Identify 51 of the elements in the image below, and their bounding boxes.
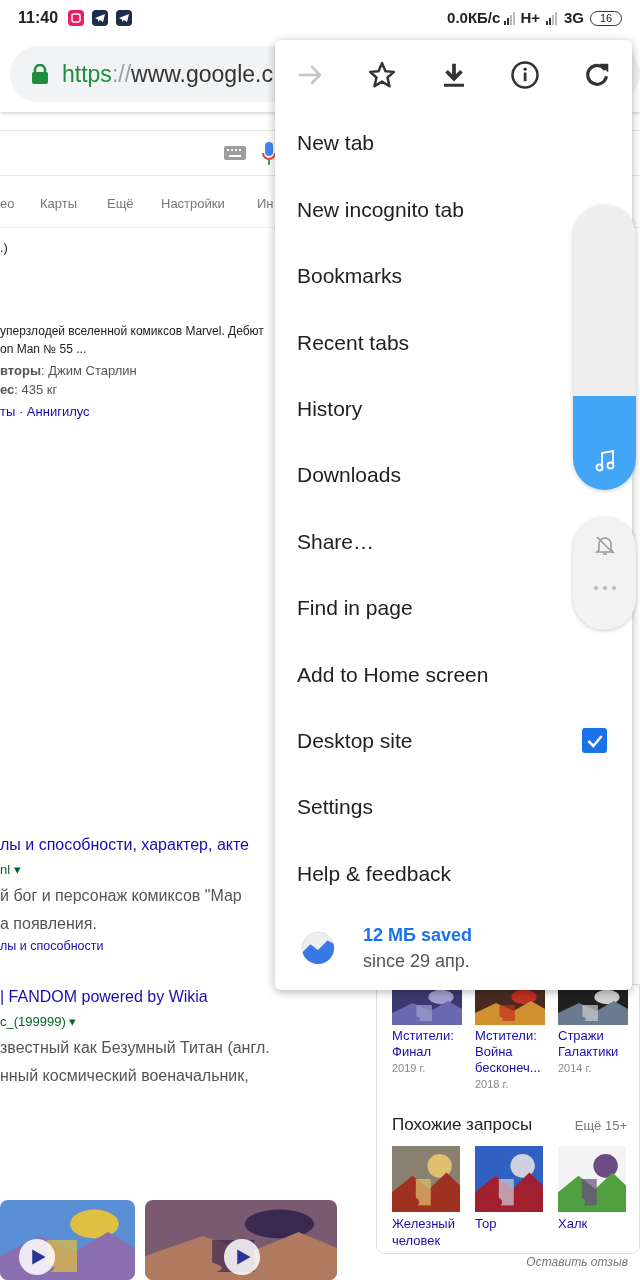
movie-year: 2014 г. xyxy=(558,1061,593,1076)
fact-line: ес: 435 кг xyxy=(0,381,58,399)
search-tab[interactable]: Ещё xyxy=(107,194,134,214)
snippet-line: а появления. xyxy=(0,914,97,934)
search-tab[interactable]: Настройки xyxy=(161,194,225,214)
menu-item[interactable]: Downloads xyxy=(297,459,401,491)
menu-item[interactable]: History xyxy=(297,393,363,425)
menu-item[interactable]: Share… xyxy=(297,525,375,558)
snippet-line: й бог и персонаж комиксов "Мар xyxy=(0,886,242,906)
network-speed: 0.0КБ/с xyxy=(447,7,501,28)
menu-item[interactable]: New incognito tab xyxy=(297,193,464,226)
clock: 11:40 xyxy=(18,8,59,28)
search-tab[interactable]: ео xyxy=(0,194,15,214)
menu-item[interactable]: Bookmarks xyxy=(297,260,403,292)
related-query-link[interactable]: Халк xyxy=(558,1214,628,1232)
menu-item[interactable]: New tab xyxy=(297,127,375,159)
menu-item[interactable]: Find in page xyxy=(297,592,413,624)
result-url: c_(199999) ▾ xyxy=(0,1013,77,1031)
movie-title-link[interactable]: Мстители: Финал xyxy=(392,1028,462,1060)
result-text: .) xyxy=(0,239,8,257)
snippet-line: on Man № 55 ... xyxy=(0,341,87,358)
data-saved-link[interactable]: 12 МБ saved xyxy=(363,922,472,949)
search-tab[interactable]: Ин xyxy=(257,194,274,214)
network-type: 3G xyxy=(564,7,584,28)
data-saved-since: since 29 апр. xyxy=(363,950,471,974)
result-title-link[interactable]: лы и способности, характер, акте xyxy=(0,832,249,858)
menu-item[interactable]: Settings xyxy=(297,791,373,823)
snippet-line: уперзлодей вселенной комиксов Marvel. Дебют xyxy=(0,323,264,340)
related-query-link[interactable]: Тор xyxy=(475,1214,545,1232)
url-text: https://www.google.c xyxy=(62,59,273,89)
movie-year: 2018 г. xyxy=(475,1077,510,1092)
related-links[interactable]: ты · Аннигилус xyxy=(0,403,90,421)
fact-line: вторы: Джим Старлин xyxy=(0,362,137,380)
menu-item[interactable]: Help & feedback xyxy=(297,857,452,890)
movie-title-link[interactable]: Стражи Галактики xyxy=(558,1028,628,1060)
movie-year: 2019 г. xyxy=(392,1061,427,1076)
section-heading: Похожие запросы xyxy=(392,1114,533,1136)
menu-item[interactable]: Desktop site xyxy=(297,724,607,757)
more-link[interactable]: Ещё 15+ xyxy=(574,1116,627,1136)
feedback-link[interactable]: Оставить отзыв xyxy=(526,1254,628,1270)
result-url: nl ▾ xyxy=(0,861,21,879)
sub-link[interactable]: лы и способности xyxy=(0,938,104,954)
network-type: H+ xyxy=(520,7,540,28)
snippet-line: звестный как Безумный Титан (англ. xyxy=(0,1038,270,1058)
movie-title-link[interactable]: Мстители: Война бесконеч... xyxy=(475,1028,545,1076)
snippet-line: нный космический военачальник, xyxy=(0,1066,249,1086)
related-query-link[interactable]: Железный человек xyxy=(392,1214,462,1249)
menu-item[interactable]: Add to Home screen xyxy=(297,658,489,691)
search-tab[interactable]: Карты xyxy=(40,194,78,214)
result-title-link[interactable]: | FANDOM powered by Wikia xyxy=(0,984,208,1010)
menu-item[interactable]: Recent tabs xyxy=(297,326,410,359)
